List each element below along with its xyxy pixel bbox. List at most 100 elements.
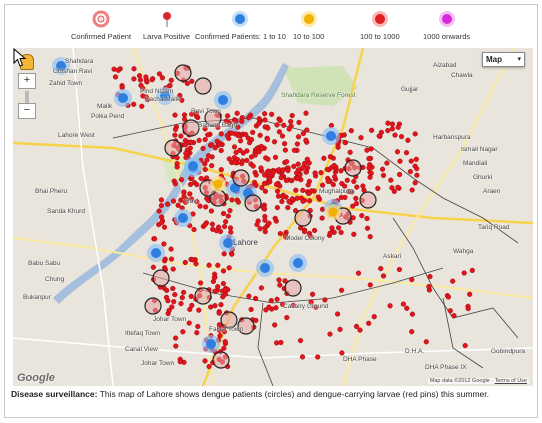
larva-pin[interactable] [423, 339, 429, 345]
larva-pin[interactable] [392, 132, 398, 138]
larva-pin[interactable] [174, 161, 180, 167]
larva-pin[interactable] [300, 198, 306, 204]
larva-pin[interactable] [329, 225, 335, 231]
larva-pin[interactable] [285, 167, 291, 174]
larva-pin[interactable] [187, 181, 194, 188]
patient-cluster-marker[interactable] [223, 238, 233, 248]
larva-pin[interactable] [198, 280, 204, 286]
larva-pin[interactable] [357, 327, 363, 333]
larva-pin[interactable] [404, 305, 410, 311]
larva-pin[interactable] [191, 226, 197, 233]
larva-pin[interactable] [166, 307, 172, 314]
larva-pin[interactable] [161, 241, 167, 247]
larva-pin[interactable] [274, 188, 281, 194]
larva-pin[interactable] [284, 159, 290, 165]
larva-pin[interactable] [158, 203, 165, 209]
larva-pin[interactable] [244, 157, 250, 164]
larva-pin[interactable] [366, 155, 372, 162]
larva-pin[interactable] [309, 188, 315, 194]
larva-pin[interactable] [198, 175, 204, 182]
larva-pin[interactable] [259, 146, 265, 152]
confirmed-patient-marker[interactable] [194, 287, 212, 305]
larva-pin[interactable] [450, 278, 456, 284]
larva-pin[interactable] [229, 251, 235, 257]
confirmed-patient-marker[interactable] [182, 119, 200, 137]
larva-pin[interactable] [246, 115, 252, 121]
patient-cluster-marker[interactable] [260, 263, 270, 273]
larva-pin[interactable] [306, 178, 313, 185]
larva-pin[interactable] [262, 217, 268, 223]
larva-pin[interactable] [253, 172, 259, 178]
larva-pin[interactable] [202, 166, 208, 173]
larva-pin[interactable] [202, 161, 208, 167]
patient-cluster-marker[interactable] [218, 95, 228, 105]
larva-pin[interactable] [378, 266, 384, 272]
larva-pin[interactable] [265, 125, 271, 131]
larva-pin[interactable] [257, 132, 263, 138]
larva-pin[interactable] [282, 147, 289, 153]
larva-pin[interactable] [188, 293, 194, 300]
larva-pin[interactable] [275, 193, 282, 199]
larva-pin[interactable] [451, 313, 457, 319]
larva-pin[interactable] [395, 124, 401, 130]
larva-pin[interactable] [156, 208, 162, 214]
larva-pin[interactable] [331, 163, 337, 169]
larva-pin[interactable] [338, 194, 345, 201]
larva-pin[interactable] [347, 149, 353, 155]
larva-pin[interactable] [252, 152, 258, 158]
larva-pin[interactable] [206, 262, 212, 268]
larva-pin[interactable] [131, 76, 137, 82]
larva-pin[interactable] [388, 177, 394, 183]
larva-pin[interactable] [293, 187, 299, 193]
larva-pin[interactable] [335, 144, 341, 150]
larva-pin[interactable] [218, 302, 224, 308]
larva-pin[interactable] [215, 284, 221, 290]
larva-pin[interactable] [115, 67, 121, 73]
larva-pin[interactable] [258, 165, 264, 171]
larva-pin[interactable] [312, 170, 318, 176]
larva-pin[interactable] [209, 163, 215, 169]
larva-pin[interactable] [413, 156, 419, 162]
larva-pin[interactable] [112, 74, 119, 80]
larva-pin[interactable] [143, 74, 149, 80]
larva-pin[interactable] [303, 137, 309, 143]
larva-pin[interactable] [304, 127, 310, 133]
larva-pin[interactable] [196, 137, 202, 144]
larva-pin[interactable] [172, 126, 179, 133]
larva-pin[interactable] [445, 294, 452, 300]
larva-pin[interactable] [394, 149, 401, 155]
larva-pin[interactable] [409, 311, 416, 317]
larva-pin[interactable] [172, 112, 178, 118]
larva-pin[interactable] [409, 329, 415, 335]
larva-pin[interactable] [220, 268, 227, 274]
larva-pin[interactable] [212, 145, 218, 151]
larva-pin[interactable] [208, 208, 215, 214]
larva-pin[interactable] [291, 163, 297, 170]
larva-pin[interactable] [223, 219, 229, 225]
larva-pin[interactable] [322, 297, 328, 303]
larva-pin[interactable] [220, 210, 227, 217]
larva-pin[interactable] [427, 274, 433, 280]
larva-pin[interactable] [181, 112, 188, 118]
larva-pin[interactable] [224, 132, 230, 139]
larva-pin[interactable] [461, 270, 467, 276]
larva-pin[interactable] [149, 77, 155, 83]
larva-pin[interactable] [283, 177, 290, 184]
larva-pin[interactable] [364, 215, 370, 222]
larva-pin[interactable] [165, 201, 171, 207]
larva-pin[interactable] [300, 130, 306, 137]
larva-pin[interactable] [175, 202, 181, 208]
larva-pin[interactable] [202, 136, 208, 143]
larva-pin[interactable] [375, 185, 381, 192]
larva-pin[interactable] [161, 224, 168, 230]
larva-pin[interactable] [400, 301, 407, 307]
larva-pin[interactable] [318, 170, 324, 176]
larva-pin[interactable] [385, 120, 391, 126]
larva-pin[interactable] [261, 205, 267, 211]
larva-pin[interactable] [200, 145, 206, 152]
larva-pin[interactable] [222, 339, 228, 345]
larva-pin[interactable] [294, 141, 301, 147]
larva-pin[interactable] [405, 137, 411, 143]
larva-pin[interactable] [368, 146, 374, 152]
larva-pin[interactable] [221, 224, 228, 230]
